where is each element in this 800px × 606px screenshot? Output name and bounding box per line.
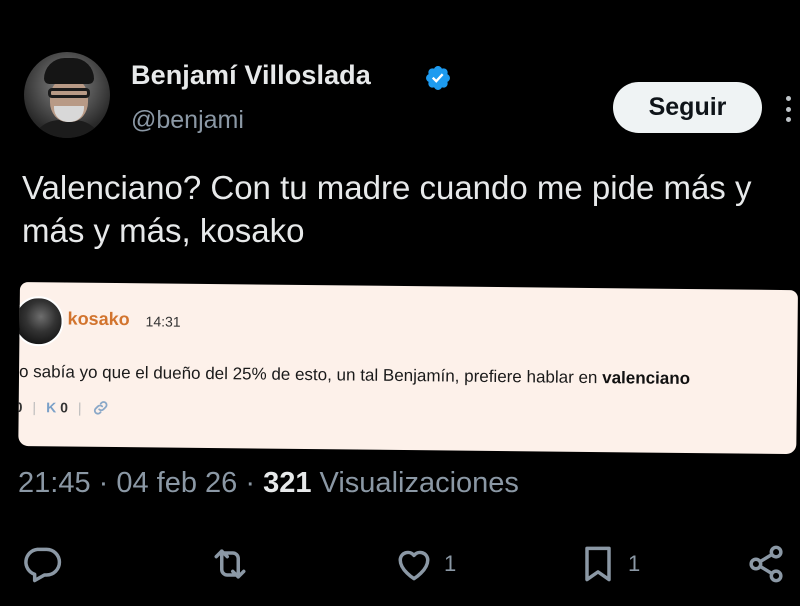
like-button[interactable]: 1	[392, 542, 456, 586]
follow-button[interactable]: Seguir	[613, 82, 762, 133]
embed-time: 14:31	[145, 313, 181, 330]
views-count: 321	[263, 467, 312, 499]
embed-ko-count: 0	[60, 399, 69, 416]
bookmark-icon	[585, 546, 611, 582]
like-count: 1	[444, 551, 457, 576]
views-label[interactable]: Visualizaciones	[320, 467, 519, 499]
like-icon	[398, 550, 430, 581]
tweet-text: Valenciano? Con tu madre cuando me pide …	[22, 169, 752, 249]
bookmark-count: 1	[628, 551, 641, 576]
more-icon[interactable]	[778, 96, 798, 122]
share-button[interactable]	[744, 542, 788, 586]
author-handle[interactable]: @benjami	[131, 106, 244, 135]
author-name[interactable]: Benjamí Villoslada	[131, 60, 371, 91]
tweet-time: 21:45	[18, 467, 91, 499]
reply-button[interactable]	[20, 542, 72, 586]
embed-username: kosako	[67, 308, 130, 330]
retweet-button[interactable]	[208, 542, 260, 586]
embed-text: o sabía yo que el dueño del 25% de esto,…	[19, 362, 690, 389]
verified-badge-icon	[426, 66, 450, 90]
tweet-meta: 21:45 · 04 feb 26 · 321 Visualizaciones	[18, 467, 519, 499]
tweet-date: 04 feb 26	[116, 467, 238, 499]
embed-text-bold: valenciano	[602, 368, 691, 389]
embed-ko: K 0	[46, 399, 68, 415]
embed-actions: 0 | K 0 |	[18, 398, 109, 417]
embed-separator: |	[32, 399, 37, 416]
retweet-icon	[214, 549, 246, 579]
embed-text-prefix: o sabía yo que el dueño del 25% de esto,…	[18, 361, 598, 388]
bookmark-button[interactable]: 1	[576, 542, 640, 586]
embedded-screenshot: kosako 14:31 o sabía yo que el dueño del…	[18, 282, 798, 455]
embed-vote-count: 0	[18, 398, 23, 416]
share-icon	[749, 545, 783, 583]
author-avatar[interactable]	[24, 52, 110, 138]
embed-separator: |	[77, 399, 82, 416]
reply-icon	[24, 547, 62, 583]
link-icon	[93, 401, 108, 415]
embed-avatar	[18, 295, 64, 347]
embed-ko-label: K	[46, 399, 57, 416]
